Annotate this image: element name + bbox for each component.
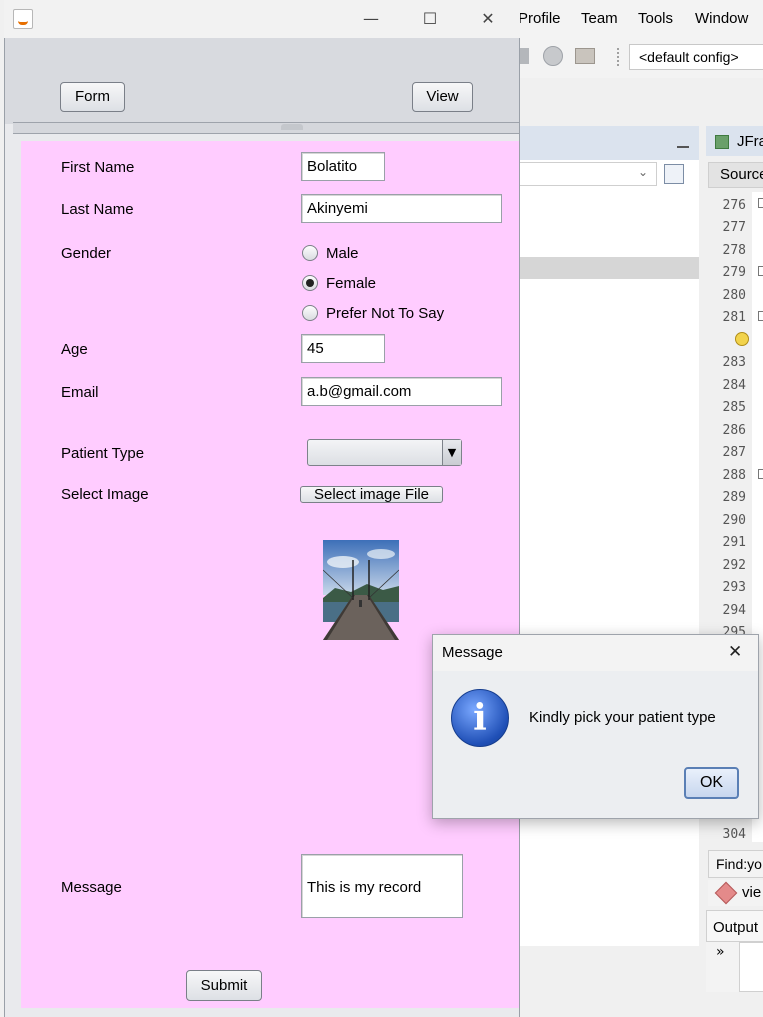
submit-button[interactable]: Submit — [186, 970, 262, 1001]
select-image-button[interactable]: Select image File — [300, 486, 443, 503]
line-number: 284 — [722, 378, 746, 393]
maximize-button[interactable]: ☐ — [415, 6, 445, 32]
menu-window[interactable]: Window — [695, 10, 748, 27]
dropdown-arrow-icon[interactable]: ▼ — [442, 440, 461, 465]
dialog-message: Kindly pick your patient type — [529, 709, 716, 726]
first-name-field[interactable]: Bolatito — [301, 152, 385, 181]
gender-prefer-not-label[interactable]: Prefer Not To Say — [326, 305, 444, 322]
find-input[interactable]: yo — [747, 856, 762, 872]
toolbar-separator — [617, 48, 621, 66]
line-number: 288 — [722, 468, 746, 483]
camera-icon[interactable] — [575, 48, 595, 64]
line-number: 276 — [722, 198, 746, 213]
java-app-icon — [13, 9, 33, 29]
form-button[interactable]: Form — [60, 82, 125, 112]
line-number: 279 — [722, 265, 746, 280]
line-number: 281 — [722, 310, 746, 325]
line-number: 283 — [722, 355, 746, 370]
line-number: 291 — [722, 535, 746, 550]
gender-male-radio[interactable] — [302, 245, 318, 261]
fold-icon[interactable] — [758, 469, 763, 479]
navigator-combo[interactable]: ⌄ — [519, 162, 657, 186]
line-number: 292 — [722, 558, 746, 573]
line-number: 280 — [722, 288, 746, 303]
menu-team[interactable]: Team — [581, 10, 618, 27]
minimize-button[interactable]: — — [356, 6, 386, 32]
close-button[interactable]: ✕ — [473, 6, 503, 32]
gender-prefer-not-radio[interactable] — [302, 305, 318, 321]
gender-label: Gender — [61, 245, 112, 262]
message-textarea[interactable]: This is my record — [301, 854, 463, 918]
split-pane-divider[interactable] — [13, 122, 519, 134]
ide-navigator-panel — [519, 126, 699, 946]
dialog-titlebar[interactable]: Message ✕ — [432, 634, 759, 671]
age-field[interactable]: 45 — [301, 334, 385, 363]
patient-type-combo[interactable]: ▼ — [307, 439, 462, 466]
navigator-selected-row[interactable] — [519, 257, 699, 279]
email-field[interactable]: a.b@gmail.com — [301, 377, 502, 406]
navigator-header — [519, 126, 699, 160]
line-number: 278 — [722, 243, 746, 258]
dialog-title: Message — [442, 644, 503, 661]
minimize-panel-icon[interactable] — [677, 146, 689, 148]
find-bar[interactable]: Find:yo — [708, 850, 763, 878]
output-expand-icon[interactable]: » — [706, 942, 740, 992]
source-tab[interactable]: Source — [708, 162, 763, 188]
line-number: 289 — [722, 490, 746, 505]
gender-female-radio[interactable] — [302, 275, 318, 291]
dialog-close-icon[interactable]: ✕ — [728, 642, 742, 662]
bridge-photo — [323, 540, 399, 640]
output-tab[interactable]: Output — [706, 910, 763, 942]
message-label: Message — [61, 879, 122, 896]
divider-grip[interactable] — [281, 124, 303, 130]
line-number: 304 — [722, 827, 746, 842]
select-image-label: Select Image — [61, 486, 149, 503]
first-name-label: First Name — [61, 159, 135, 176]
line-number: 294 — [722, 603, 746, 618]
last-name-field[interactable]: Akinyemi — [301, 194, 502, 223]
fold-icon[interactable] — [758, 198, 763, 208]
chevron-down-icon: ⌄ — [637, 165, 648, 179]
java-file-icon — [715, 135, 729, 149]
line-number: 277 — [722, 220, 746, 235]
line-number: 293 — [722, 580, 746, 595]
last-name-label: Last Name — [61, 201, 134, 218]
gender-male-label[interactable]: Male — [326, 245, 359, 262]
editor-tab-jframe[interactable]: JFra — [706, 126, 763, 156]
view-item-label: vie — [742, 884, 762, 901]
gender-female-label[interactable]: Female — [326, 275, 376, 292]
form-view-icon — [714, 881, 738, 905]
ok-button[interactable]: OK — [684, 767, 739, 799]
editor-tab-label: JFra — [737, 133, 763, 150]
info-icon: i — [451, 689, 509, 747]
warning-bulb-icon[interactable] — [735, 332, 749, 346]
email-label: Email — [61, 384, 99, 401]
config-select[interactable]: <default config> — [629, 44, 763, 70]
menu-tools[interactable]: Tools — [638, 10, 673, 27]
selected-image-preview — [323, 540, 399, 640]
navigator-config-icon[interactable] — [664, 164, 684, 184]
patient-type-label: Patient Type — [61, 445, 145, 462]
profiler-icon[interactable] — [543, 46, 563, 66]
menu-profile[interactable]: Profile — [518, 10, 561, 27]
view-button[interactable]: View — [412, 82, 473, 112]
tree-icon[interactable] — [519, 48, 529, 64]
fold-icon[interactable] — [758, 266, 763, 276]
line-number: 285 — [722, 400, 746, 415]
find-label: Find: — [716, 856, 748, 872]
age-label: Age — [61, 341, 88, 358]
view-item[interactable]: vie — [708, 880, 763, 906]
line-number: 290 — [722, 513, 746, 528]
line-number: 286 — [722, 423, 746, 438]
fold-icon[interactable] — [758, 311, 763, 321]
line-number: 287 — [722, 445, 746, 460]
